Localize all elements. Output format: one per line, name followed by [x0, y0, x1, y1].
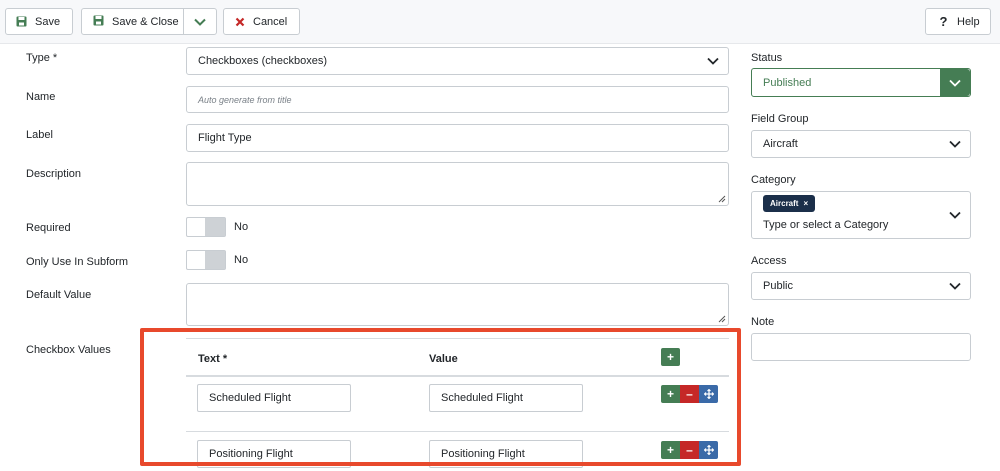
- resize-handle-icon[interactable]: [718, 315, 726, 323]
- access-select-value: Public: [763, 280, 793, 292]
- question-icon: ?: [939, 14, 948, 29]
- x-icon: [234, 16, 245, 27]
- checkbox-values-label: Checkbox Values: [26, 344, 111, 356]
- toolbar: Save Save & Close Cancel ? Help: [0, 0, 1000, 44]
- note-input[interactable]: [751, 333, 971, 361]
- description-textarea[interactable]: [186, 162, 729, 206]
- save-label: Save: [35, 15, 61, 28]
- category-tag: Aircraft ×: [763, 195, 816, 212]
- category-label: Category: [751, 174, 796, 186]
- save-close-label: Save & Close: [112, 15, 179, 28]
- label-label: Label: [26, 129, 53, 141]
- chevron-down-icon: [698, 48, 728, 74]
- field-group-select[interactable]: Aircraft: [751, 130, 971, 158]
- name-placeholder: Auto generate from title: [198, 94, 292, 105]
- type-select-value: Checkboxes (checkboxes): [198, 55, 328, 67]
- help-button[interactable]: ? Help: [925, 8, 991, 35]
- floppy-disk-icon: [93, 15, 104, 29]
- access-label: Access: [751, 255, 787, 267]
- save-button[interactable]: Save: [5, 8, 73, 35]
- name-input[interactable]: Auto generate from title: [186, 86, 729, 113]
- name-label: Name: [26, 91, 56, 103]
- label-input-value: Flight Type: [198, 132, 252, 144]
- subform-toggle[interactable]: [186, 250, 226, 270]
- description-label: Description: [26, 168, 82, 180]
- tag-remove-icon[interactable]: ×: [803, 199, 808, 208]
- cancel-button[interactable]: Cancel: [223, 8, 300, 35]
- help-label: Help: [957, 15, 980, 28]
- category-tag-label: Aircraft: [770, 199, 799, 208]
- chevron-down-icon: [940, 131, 970, 157]
- subform-label: Only Use In Subform: [26, 256, 129, 268]
- save-options-dropdown-button[interactable]: [183, 9, 216, 34]
- access-select[interactable]: Public: [751, 272, 971, 300]
- toggle-knob: [205, 251, 225, 269]
- required-label: Required: [26, 222, 71, 234]
- save-close-split-button: Save & Close: [81, 8, 217, 35]
- cancel-label: Cancel: [253, 15, 288, 28]
- status-label: Status: [751, 52, 783, 64]
- required-toggle[interactable]: [186, 217, 226, 237]
- type-select[interactable]: Checkboxes (checkboxes): [186, 47, 729, 75]
- field-group-select-value: Aircraft: [763, 138, 798, 150]
- default-value-label: Default Value: [26, 289, 92, 301]
- toggle-knob: [205, 218, 225, 236]
- status-select-value: Published: [763, 76, 812, 89]
- type-label: Type *: [26, 52, 58, 64]
- floppy-disk-icon: [16, 16, 27, 27]
- category-search-placeholder[interactable]: Type or select a Category: [763, 219, 888, 231]
- required-toggle-label: No: [234, 221, 249, 233]
- chevron-down-icon: [940, 192, 970, 238]
- chevron-down-icon: [940, 273, 970, 299]
- save-close-button[interactable]: Save & Close: [82, 9, 184, 34]
- chevron-down-icon: [194, 18, 206, 26]
- field-group-label: Field Group: [751, 113, 809, 125]
- resize-handle-icon[interactable]: [718, 195, 726, 203]
- chevron-down-icon: [940, 69, 970, 96]
- subform-toggle-label: No: [234, 254, 249, 266]
- note-label: Note: [751, 316, 775, 328]
- status-select[interactable]: Published: [751, 68, 971, 97]
- highlight-annotation-box: [140, 328, 741, 466]
- label-input[interactable]: Flight Type: [186, 124, 729, 152]
- default-value-textarea[interactable]: [186, 283, 729, 326]
